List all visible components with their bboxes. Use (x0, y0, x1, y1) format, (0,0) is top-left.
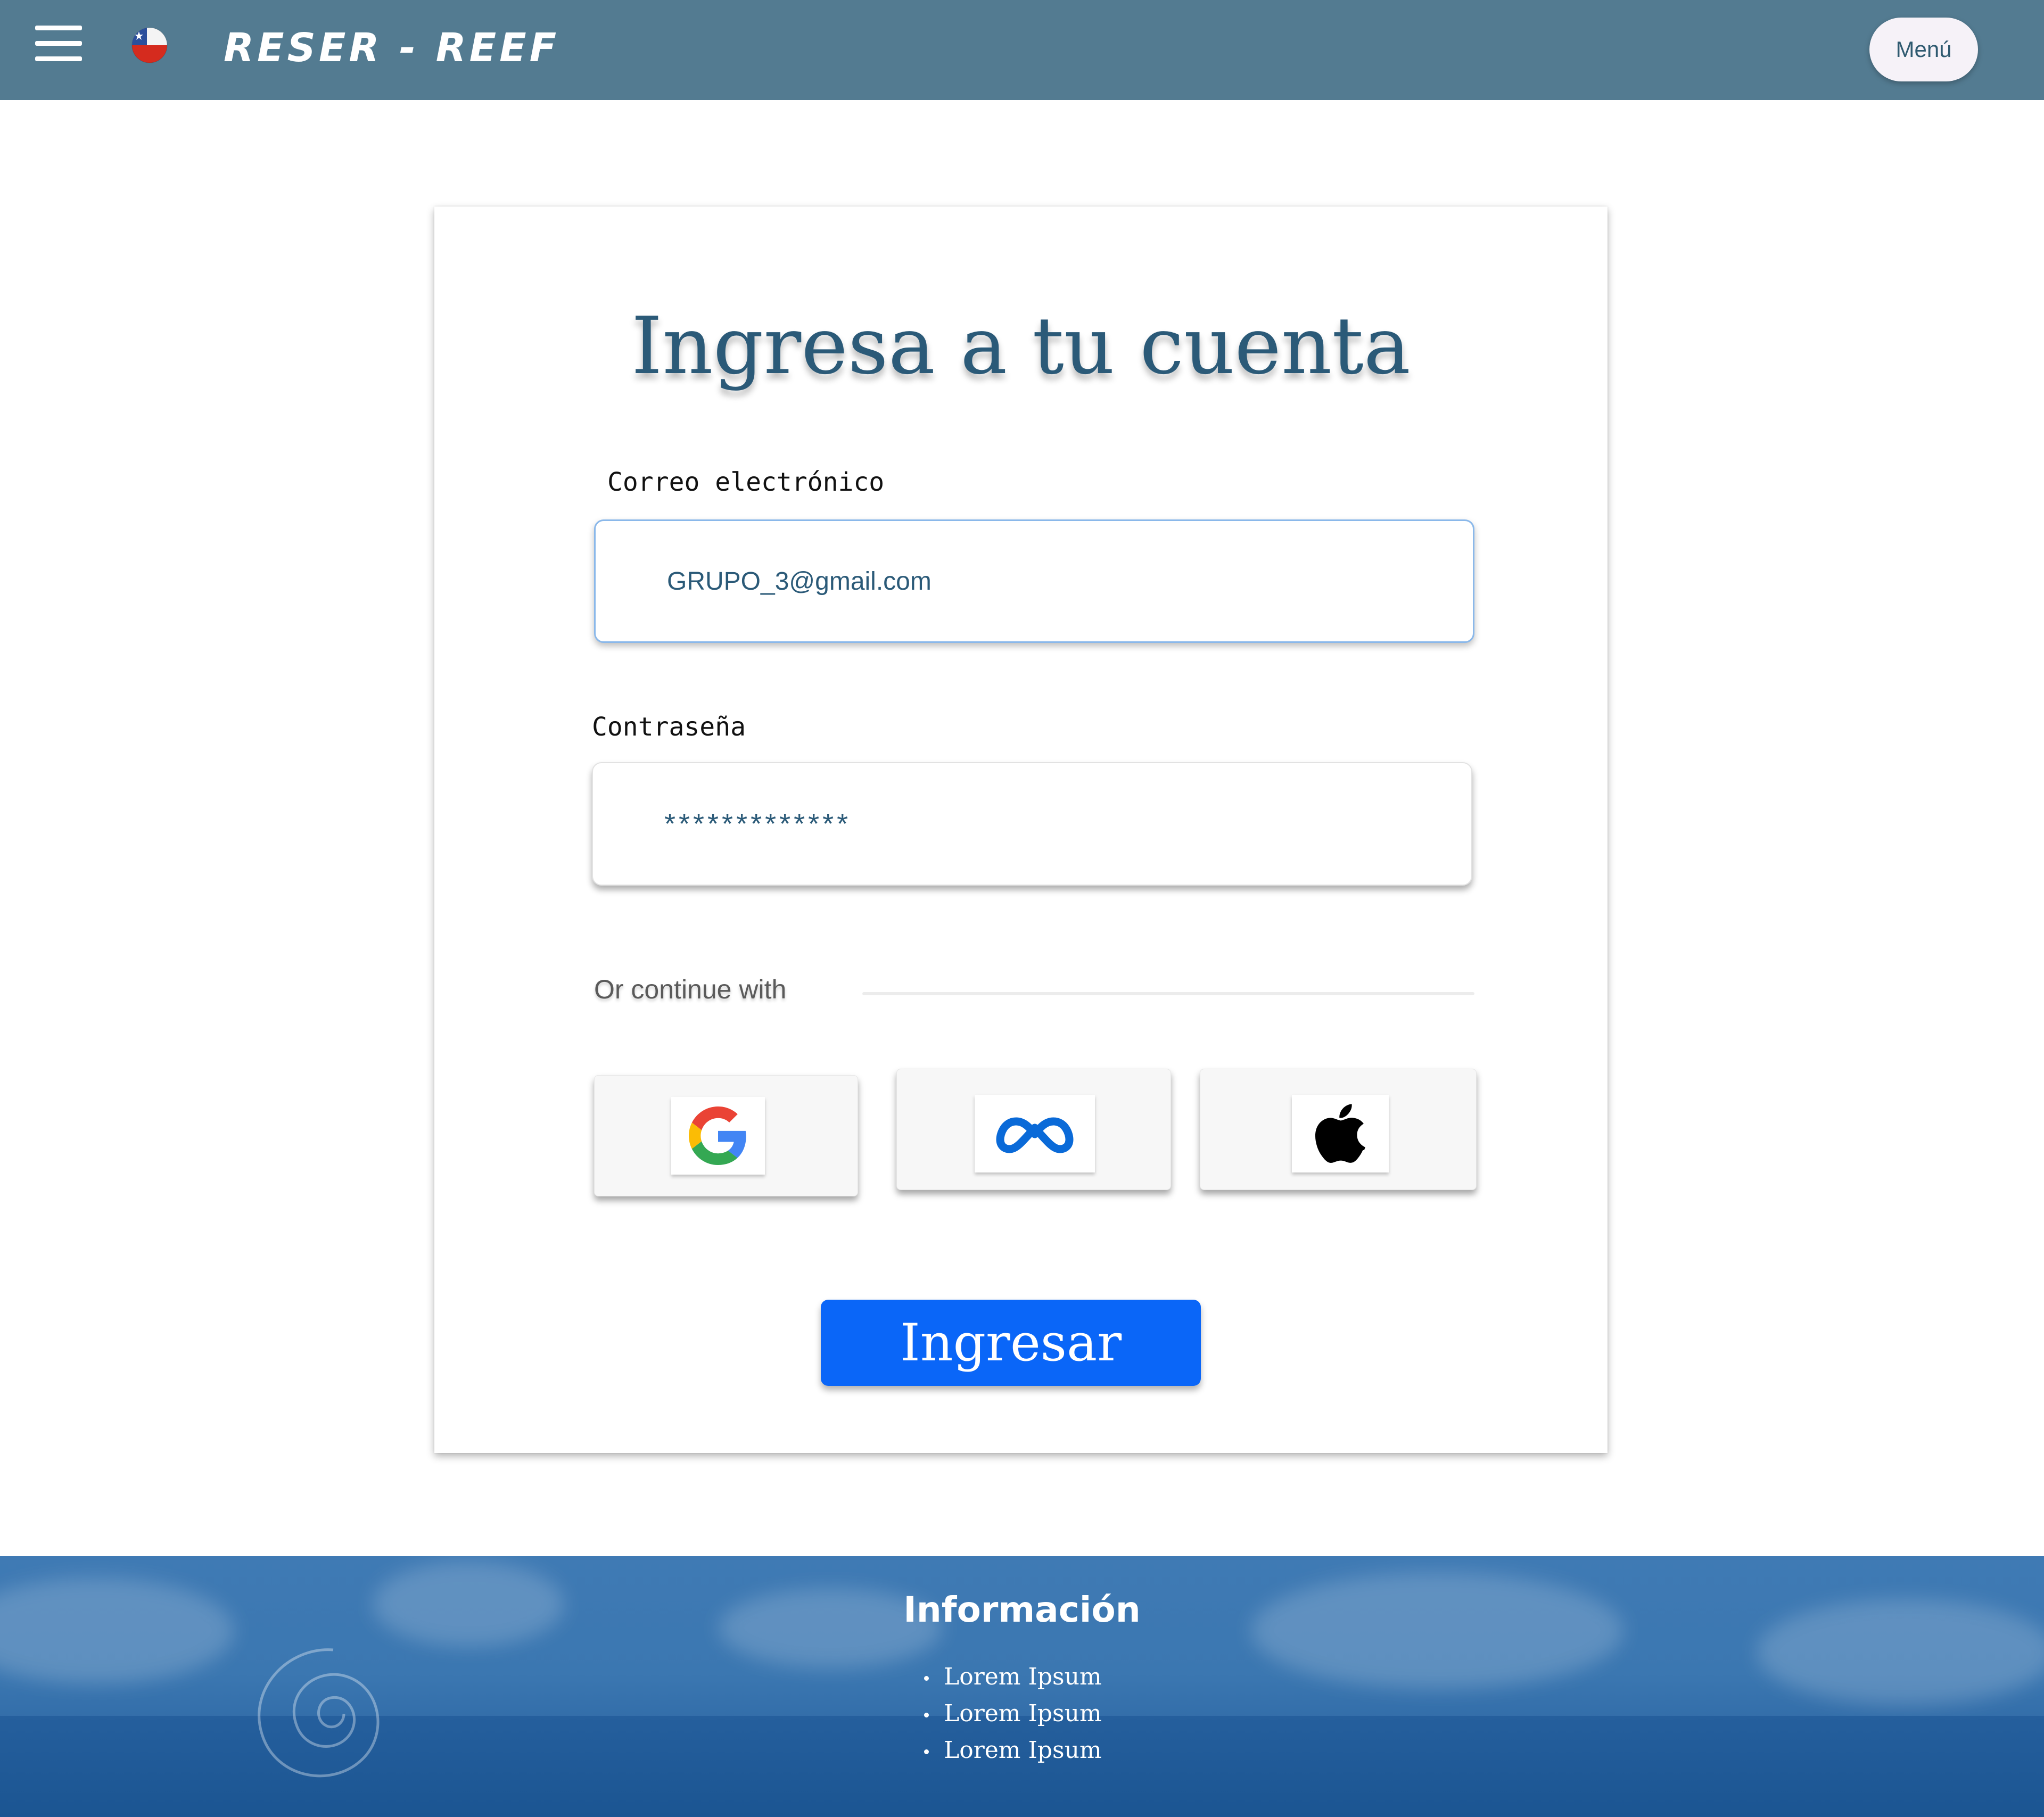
menu-button[interactable]: Menú (1869, 18, 1978, 81)
login-card: Ingresa a tu cuenta Correo electrónico C… (434, 207, 1608, 1453)
chile-flag-icon[interactable] (131, 27, 168, 64)
google-login-button[interactable] (594, 1075, 858, 1196)
login-submit-button[interactable]: Ingresar (821, 1300, 1201, 1386)
footer-link-label: Lorem Ipsum (944, 1737, 1102, 1764)
email-label: Correo electrónico (607, 467, 885, 497)
footer-link-label: Lorem Ipsum (944, 1700, 1102, 1727)
password-label: Contraseña (592, 712, 746, 742)
password-field[interactable] (592, 762, 1472, 886)
google-logo-box (671, 1097, 765, 1175)
brand-logo-text[interactable]: RESER - REEF (224, 21, 559, 75)
page-title: Ingresa a tu cuenta (631, 300, 1411, 392)
apple-logo-box (1292, 1095, 1389, 1172)
meta-logo-box (975, 1095, 1095, 1172)
bullet-icon (924, 1676, 929, 1681)
bullet-icon (924, 1749, 929, 1754)
bullet-icon (924, 1713, 929, 1717)
meta-login-button[interactable] (896, 1069, 1171, 1190)
footer-link[interactable]: Lorem Ipsum (924, 1732, 1102, 1769)
footer-title: Información (903, 1589, 1141, 1630)
footer-link-list: Lorem Ipsum Lorem Ipsum Lorem Ipsum (924, 1658, 1102, 1769)
google-icon (689, 1106, 746, 1165)
top-navigation-bar: RESER - REEF Menú (0, 0, 2044, 100)
meta-icon (996, 1117, 1074, 1153)
hamburger-menu-icon[interactable] (35, 26, 83, 62)
spiral-decoration-icon (258, 1648, 380, 1778)
footer-link-label: Lorem Ipsum (944, 1663, 1102, 1690)
or-continue-with-text: Or continue with (594, 974, 787, 1004)
footer: Información Lorem Ipsum Lorem Ipsum Lore… (0, 1556, 2044, 1817)
divider-line (862, 992, 1474, 995)
email-field[interactable] (594, 519, 1474, 643)
footer-link[interactable]: Lorem Ipsum (924, 1658, 1102, 1695)
footer-link[interactable]: Lorem Ipsum (924, 1695, 1102, 1732)
apple-icon (1315, 1104, 1365, 1163)
apple-login-button[interactable] (1200, 1069, 1477, 1190)
